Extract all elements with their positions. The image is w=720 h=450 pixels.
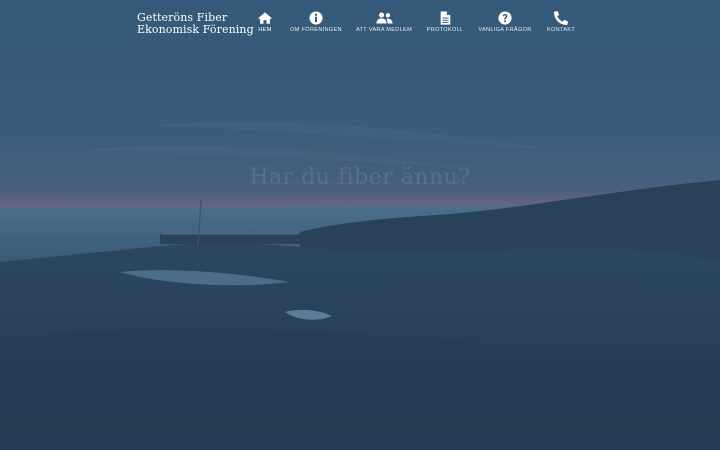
question-icon [498, 11, 512, 25]
nav-item-kontakt[interactable]: KONTAKT [516, 11, 606, 34]
hero-headline: Har du fiber ännu? [249, 165, 471, 190]
hero-section: Getteröns Fiber Ekonomisk Förening HEM O… [0, 0, 720, 450]
info-icon [309, 11, 323, 25]
document-icon [440, 11, 450, 25]
phone-icon [554, 11, 568, 25]
users-icon [375, 12, 393, 24]
hero-background-image [0, 0, 720, 450]
nav-label: KONTAKT [546, 27, 576, 33]
main-navigation: HEM OM FÖRENINGEN ATT VARA MEDLEM PROTOK… [0, 11, 720, 41]
home-icon [258, 12, 272, 24]
